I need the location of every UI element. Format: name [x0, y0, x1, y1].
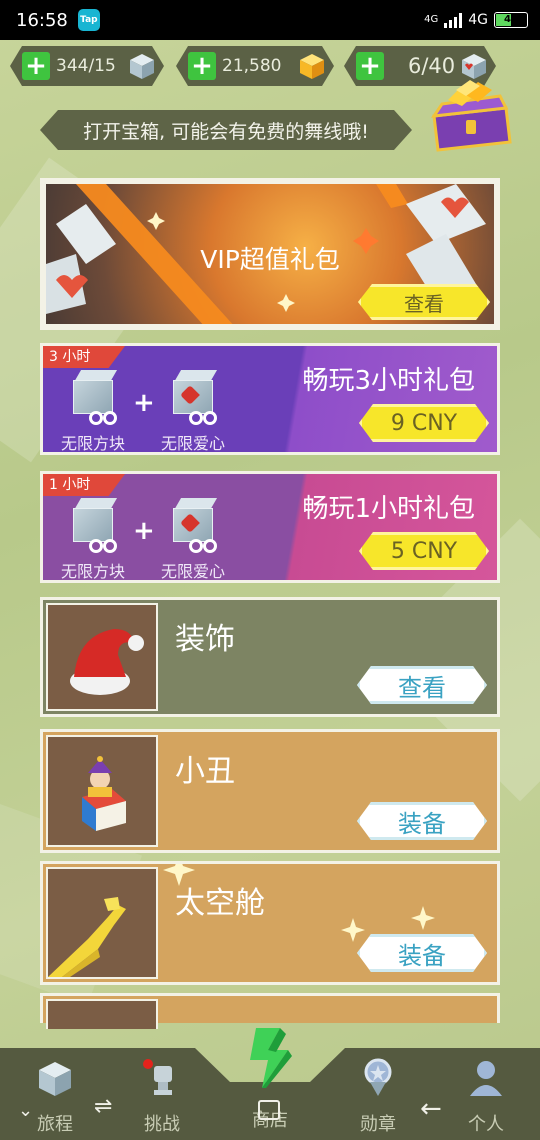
add-hearts-button[interactable]: +	[356, 52, 384, 80]
back-icon[interactable]: ←	[420, 1094, 442, 1124]
gold-value: 21,580	[222, 56, 282, 76]
capsule-trail-icon	[48, 897, 126, 977]
vip-view-button[interactable]: 查看	[358, 284, 490, 320]
clown-item-card[interactable]: 小丑 装备	[40, 729, 500, 853]
space-capsule-item-card[interactable]: 太空舱 装备	[40, 861, 500, 985]
pack-duration-tag: 1 小时	[43, 474, 125, 496]
infinity-icon	[189, 410, 221, 426]
infinity-icon	[189, 538, 221, 554]
plus-icon: +	[133, 388, 155, 418]
treasure-chest-icon[interactable]	[426, 80, 516, 152]
item-thumbnail	[46, 603, 158, 711]
nav-medals[interactable]: 勋章	[338, 1056, 418, 1136]
pack-item-label: 无限方块	[61, 434, 126, 453]
buy-pack-button[interactable]: 5 CNY	[359, 532, 489, 570]
partial-item-card[interactable]	[40, 993, 500, 1029]
store-icon	[248, 1056, 292, 1100]
decoration-category-card[interactable]: 装饰 查看	[40, 597, 500, 717]
pack-title: 畅玩3小时礼包	[302, 366, 475, 396]
battery-icon: 49	[494, 12, 528, 28]
nav-store[interactable]: 商店	[230, 1056, 310, 1132]
battery-level: 49	[504, 14, 518, 25]
blue-cube-icon	[128, 52, 156, 80]
infinity-icon	[89, 410, 121, 426]
nav-profile[interactable]: 个人	[446, 1056, 526, 1136]
clock: 16:58	[16, 9, 68, 31]
santa-hat-icon	[70, 629, 144, 695]
nav-journey[interactable]: 旅程	[15, 1056, 95, 1136]
item-thumbnail	[46, 735, 158, 847]
resource-cubes: + 344/15	[10, 46, 164, 86]
nav-label: 个人	[468, 1114, 504, 1135]
cubes-value: 344/15	[56, 56, 116, 76]
medal-icon	[364, 1058, 392, 1096]
buy-pack-button[interactable]: 9 CNY	[359, 404, 489, 442]
nav-challenge[interactable]: 挑战	[122, 1056, 202, 1136]
vip-title: VIP超值礼包	[200, 245, 340, 274]
nav-label: 挑战	[144, 1114, 180, 1135]
item-thumbnail	[46, 867, 158, 979]
collapse-nav-icon[interactable]: ⌄	[18, 1100, 33, 1121]
pack-3-hours[interactable]: 3 小时 + 无限方块 无限爱心 畅玩3小时礼包 9 CNY	[40, 343, 500, 455]
status-bar: 16:58 Tap 4G 4G 49	[0, 0, 540, 40]
add-gold-button[interactable]: +	[188, 52, 216, 80]
hearts-value: 6/40	[408, 54, 456, 78]
house-cube-icon	[39, 1062, 71, 1096]
item-title: 太空舱	[175, 886, 265, 921]
pack-1-hour[interactable]: 1 小时 + 无限方块 无限爱心 畅玩1小时礼包 5 CNY	[40, 471, 500, 583]
treasure-tip-banner: 打开宝箱, 可能会有免费的舞线哦!	[40, 110, 412, 150]
pack-item-label: 无限爱心	[161, 562, 226, 581]
gold-cube-icon	[298, 52, 326, 80]
home-icon[interactable]	[258, 1100, 280, 1120]
trophy-icon	[143, 1059, 172, 1095]
equip-button[interactable]: 装备	[357, 934, 487, 972]
infinity-icon	[89, 538, 121, 554]
pack-duration-tag: 3 小时	[43, 346, 125, 368]
recent-apps-icon[interactable]: ⇌	[94, 1094, 112, 1119]
pack-item-label: 无限爱心	[161, 434, 226, 453]
jack-in-the-box-icon	[82, 756, 126, 831]
person-icon	[470, 1061, 502, 1096]
network-small-label: 4G	[424, 14, 439, 25]
vip-gift-card[interactable]: VIP超值礼包 查看	[40, 178, 500, 330]
pack-item-label: 无限方块	[61, 562, 126, 581]
add-cubes-button[interactable]: +	[22, 52, 50, 80]
item-title: 小丑	[175, 754, 235, 789]
heart-cube-icon	[460, 52, 488, 80]
view-button[interactable]: 查看	[357, 666, 487, 704]
signal-icon	[444, 12, 463, 28]
resource-gold: + 21,580	[176, 46, 334, 86]
item-title: 装饰	[175, 622, 235, 657]
plus-icon: +	[133, 516, 155, 546]
network-label: 4G	[468, 12, 488, 28]
nav-label: 勋章	[360, 1114, 396, 1135]
equip-button[interactable]: 装备	[357, 802, 487, 840]
pack-title: 畅玩1小时礼包	[302, 494, 475, 524]
tip-text: 打开宝箱, 可能会有免费的舞线哦!	[83, 120, 369, 143]
item-thumbnail	[46, 999, 158, 1029]
taptap-app-icon: Tap	[77, 9, 100, 31]
